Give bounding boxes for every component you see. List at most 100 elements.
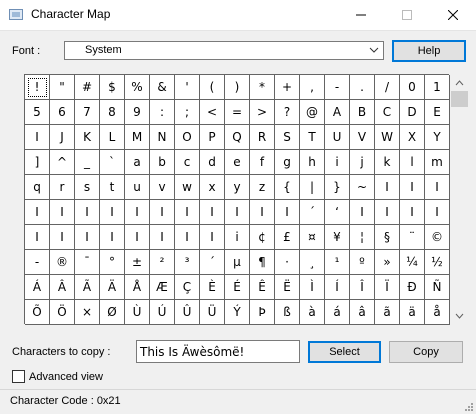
- char-cell[interactable]: m: [425, 150, 450, 175]
- char-cell[interactable]: h: [300, 150, 325, 175]
- char-cell[interactable]: ½: [425, 250, 450, 275]
- char-cell[interactable]: I: [200, 225, 225, 250]
- char-cell[interactable]: -: [25, 250, 50, 275]
- char-cell[interactable]: E: [425, 100, 450, 125]
- char-cell[interactable]: A: [325, 100, 350, 125]
- char-cell[interactable]: *: [250, 75, 275, 100]
- char-cell[interactable]: =: [225, 100, 250, 125]
- char-cell[interactable]: É: [225, 275, 250, 300]
- char-cell[interactable]: I: [275, 200, 300, 225]
- char-cell[interactable]: I: [350, 200, 375, 225]
- char-cell[interactable]: Æ: [150, 275, 175, 300]
- char-cell[interactable]: 1: [425, 75, 450, 100]
- char-cell[interactable]: I: [150, 225, 175, 250]
- font-dropdown[interactable]: System: [64, 41, 384, 60]
- char-cell[interactable]: Q: [225, 125, 250, 150]
- char-cell[interactable]: Ý: [225, 300, 250, 325]
- char-cell[interactable]: I: [425, 175, 450, 200]
- char-cell[interactable]: s: [75, 175, 100, 200]
- char-cell[interactable]: #: [75, 75, 100, 100]
- char-cell[interactable]: Ð: [400, 275, 425, 300]
- char-cell[interactable]: N: [150, 125, 175, 150]
- char-cell[interactable]: ß: [275, 300, 300, 325]
- char-cell[interactable]: ,: [300, 75, 325, 100]
- select-button[interactable]: Select: [308, 341, 381, 363]
- char-cell[interactable]: â: [350, 300, 375, 325]
- char-cell[interactable]: Ø: [100, 300, 125, 325]
- char-cell[interactable]: ·: [275, 250, 300, 275]
- char-cell[interactable]: ¹: [325, 250, 350, 275]
- advanced-view-checkbox[interactable]: [12, 370, 25, 383]
- char-cell[interactable]: S: [275, 125, 300, 150]
- characters-to-copy-field[interactable]: This Is Äwèsômë!: [136, 340, 300, 363]
- char-cell[interactable]: ¼: [400, 250, 425, 275]
- char-cell[interactable]: Ë: [275, 275, 300, 300]
- char-cell[interactable]: ¨: [400, 225, 425, 250]
- char-cell[interactable]: I: [400, 200, 425, 225]
- char-cell[interactable]: I: [375, 200, 400, 225]
- char-cell[interactable]: Ù: [125, 300, 150, 325]
- char-cell[interactable]: ]: [25, 150, 50, 175]
- char-cell[interactable]: I: [25, 125, 50, 150]
- char-cell[interactable]: d: [200, 150, 225, 175]
- char-cell[interactable]: ¸: [300, 250, 325, 275]
- char-cell[interactable]: B: [350, 100, 375, 125]
- char-cell[interactable]: 0: [400, 75, 425, 100]
- char-cell[interactable]: ¯: [75, 250, 100, 275]
- char-cell[interactable]: g: [275, 150, 300, 175]
- char-cell[interactable]: &: [150, 75, 175, 100]
- char-cell[interactable]: t: [100, 175, 125, 200]
- char-cell[interactable]: I: [175, 225, 200, 250]
- char-cell[interactable]: J: [50, 125, 75, 150]
- char-cell[interactable]: ©: [425, 225, 450, 250]
- char-cell[interactable]: R: [250, 125, 275, 150]
- char-cell[interactable]: +: [275, 75, 300, 100]
- scroll-up-button[interactable]: [451, 74, 468, 91]
- char-cell[interactable]: å: [425, 300, 450, 325]
- char-cell[interactable]: I: [125, 200, 150, 225]
- char-cell[interactable]: U: [325, 125, 350, 150]
- char-cell[interactable]: Þ: [250, 300, 275, 325]
- char-cell[interactable]: Õ: [25, 300, 50, 325]
- char-cell[interactable]: I: [125, 225, 150, 250]
- char-cell[interactable]: ¶: [250, 250, 275, 275]
- char-cell[interactable]: k: [375, 150, 400, 175]
- char-cell[interactable]: I: [200, 200, 225, 225]
- char-cell[interactable]: 8: [100, 100, 125, 125]
- char-cell[interactable]: (: [200, 75, 225, 100]
- char-cell[interactable]: q: [25, 175, 50, 200]
- char-cell[interactable]: ": [50, 75, 75, 100]
- char-cell[interactable]: Ç: [175, 275, 200, 300]
- char-cell[interactable]: I: [25, 225, 50, 250]
- char-cell[interactable]: I: [75, 200, 100, 225]
- char-cell[interactable]: v: [150, 175, 175, 200]
- char-cell[interactable]: 9: [125, 100, 150, 125]
- char-cell[interactable]: $: [100, 75, 125, 100]
- char-cell[interactable]: !: [25, 75, 50, 100]
- char-cell[interactable]: @: [300, 100, 325, 125]
- char-cell[interactable]: ¥: [325, 225, 350, 250]
- help-button[interactable]: Help: [392, 40, 466, 62]
- char-cell[interactable]: º: [350, 250, 375, 275]
- char-cell[interactable]: e: [225, 150, 250, 175]
- copy-button[interactable]: Copy: [389, 341, 463, 363]
- char-cell[interactable]: T: [300, 125, 325, 150]
- char-cell[interactable]: I: [250, 200, 275, 225]
- char-cell[interactable]: P: [200, 125, 225, 150]
- char-cell[interactable]: <: [200, 100, 225, 125]
- char-cell[interactable]: ~: [350, 175, 375, 200]
- char-cell[interactable]: Ü: [200, 300, 225, 325]
- char-cell[interactable]: r: [50, 175, 75, 200]
- char-cell[interactable]: Û: [175, 300, 200, 325]
- char-cell[interactable]: V: [350, 125, 375, 150]
- char-cell[interactable]: £: [275, 225, 300, 250]
- advanced-view-label[interactable]: Advanced view: [29, 371, 103, 383]
- char-cell[interactable]: à: [300, 300, 325, 325]
- char-cell[interactable]: ;: [175, 100, 200, 125]
- char-cell[interactable]: I: [50, 200, 75, 225]
- char-cell[interactable]: W: [375, 125, 400, 150]
- char-cell[interactable]: L: [100, 125, 125, 150]
- close-button[interactable]: [430, 0, 476, 30]
- char-cell[interactable]: l: [400, 150, 425, 175]
- char-cell[interactable]: f: [250, 150, 275, 175]
